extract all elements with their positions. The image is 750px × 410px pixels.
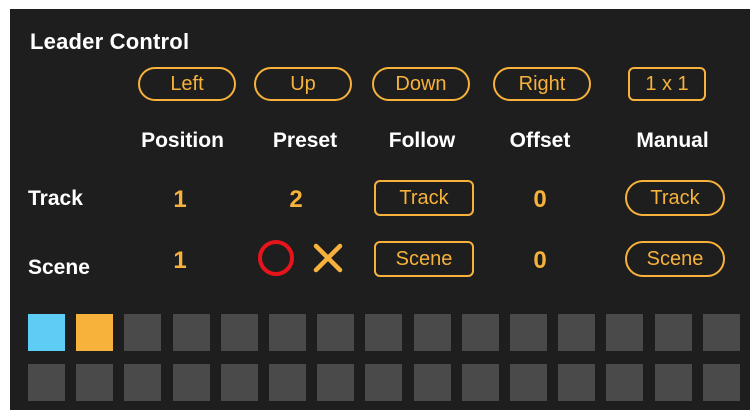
grid-cell[interactable] [606,364,643,401]
grid-cell[interactable] [173,364,210,401]
track-manual-button[interactable]: Track [625,180,725,216]
grid-cell[interactable] [365,314,402,351]
scene-manual-button[interactable]: Scene [625,241,725,277]
track-offset-value[interactable]: 0 [520,186,560,214]
left-button[interactable]: Left [138,67,236,101]
track-follow-button[interactable]: Track [374,180,474,216]
grid-cell[interactable] [606,314,643,351]
grid-cell[interactable] [365,364,402,401]
grid-cell[interactable] [317,314,354,351]
grid-cell[interactable] [124,364,161,401]
grid-cell[interactable] [317,364,354,401]
grid-cell[interactable] [558,364,595,401]
column-header-position: Position [141,129,224,152]
grid-cell[interactable] [76,364,113,401]
grid-cell[interactable] [655,314,692,351]
down-button[interactable]: Down [372,67,470,101]
grid-cell[interactable] [221,314,258,351]
row-label-track: Track [28,187,83,210]
scene-offset-value[interactable]: 0 [520,247,560,275]
row-label-scene: Scene [28,256,90,279]
grid-cell[interactable] [414,364,451,401]
grid-cell[interactable] [221,364,258,401]
grid-cell[interactable] [124,314,161,351]
grid-cell[interactable] [173,314,210,351]
grid-cell[interactable] [28,314,65,351]
manual-size-button[interactable]: 1 x 1 [628,67,706,101]
column-header-preset: Preset [272,129,338,152]
grid-cell[interactable] [703,314,740,351]
grid-cell[interactable] [76,314,113,351]
scene-follow-button[interactable]: Scene [374,241,474,277]
grid-cell[interactable] [462,314,499,351]
close-icon[interactable] [312,242,344,279]
grid-cell[interactable] [655,364,692,401]
track-position-value[interactable]: 1 [160,186,200,214]
grid-cell[interactable] [510,314,547,351]
circle-icon[interactable] [256,238,296,283]
track-preset-value[interactable]: 2 [276,186,316,214]
grid-cell[interactable] [28,364,65,401]
panel-title: Leader Control [30,29,190,54]
right-button[interactable]: Right [493,67,591,101]
up-button[interactable]: Up [254,67,352,101]
grid-cell[interactable] [703,364,740,401]
column-header-offset: Offset [509,129,571,152]
grid-cell[interactable] [462,364,499,401]
grid-cell[interactable] [558,314,595,351]
leader-control-panel: Leader Control Left Up Down Right 1 x 1 … [10,9,750,410]
grid-cell[interactable] [269,314,306,351]
grid-cell[interactable] [414,314,451,351]
column-header-manual: Manual [636,129,709,152]
grid-cell[interactable] [269,364,306,401]
grid-cell[interactable] [510,364,547,401]
scene-position-value[interactable]: 1 [160,247,200,275]
column-header-follow: Follow [388,129,456,152]
